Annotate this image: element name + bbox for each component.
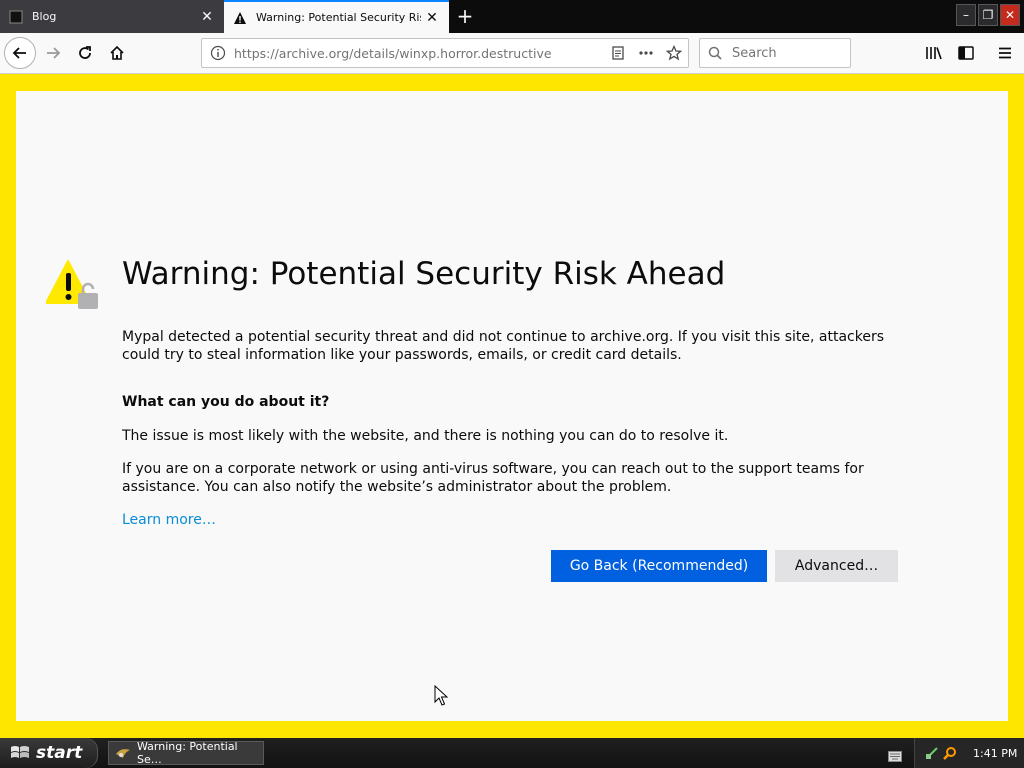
taskbar-window-item[interactable]: Warning: Potential Se…	[108, 740, 264, 766]
reload-icon	[79, 46, 91, 59]
start-label: start	[36, 743, 83, 763]
advanced-button[interactable]: Advanced…	[775, 550, 898, 582]
library-button[interactable]	[919, 38, 949, 68]
section-heading: What can you do about it?	[122, 394, 330, 410]
search-icon	[708, 46, 722, 60]
warning-lock-icon	[45, 259, 102, 315]
search-tray-icon[interactable]	[943, 746, 957, 760]
issue-text: The issue is most likely with the websit…	[122, 428, 729, 444]
search-input[interactable]	[730, 44, 834, 62]
library-icon	[926, 47, 942, 60]
taskbar: start Warning: Potential Se… 1:41 PM	[0, 738, 1024, 768]
hamburger-menu-icon	[999, 47, 1011, 59]
clock: 1:41 PM	[973, 746, 1018, 760]
bookmark-star-icon[interactable]	[660, 39, 688, 67]
forward-arrow-icon	[47, 47, 61, 59]
home-button[interactable]	[102, 38, 132, 68]
reload-button[interactable]	[70, 38, 100, 68]
minimize-button[interactable]: –	[956, 4, 976, 26]
advice-text: If you are on a corporate network or usi…	[122, 461, 864, 495]
restore-button[interactable]: ❐	[978, 4, 998, 26]
home-icon	[110, 45, 124, 60]
tab-blog[interactable]: Blog ✕	[0, 0, 224, 33]
windows-logo-icon	[10, 744, 30, 762]
back-button[interactable]	[4, 37, 36, 69]
warning-favicon-icon	[232, 10, 248, 26]
close-tab-icon[interactable]: ✕	[421, 7, 443, 29]
taskbar-item-label: Warning: Potential Se…	[137, 740, 238, 766]
back-arrow-icon	[12, 47, 26, 59]
site-info-icon[interactable]	[208, 43, 228, 63]
url-text[interactable]: https://archive.org/details/winxp.horror…	[234, 46, 604, 61]
url-bar[interactable]: https://archive.org/details/winxp.horror…	[201, 38, 689, 68]
search-bar[interactable]	[699, 38, 851, 68]
tab-warning[interactable]: Warning: Potential Security Risk A ✕	[224, 0, 449, 33]
browser-app-icon	[115, 746, 131, 760]
sidebar-button[interactable]	[951, 38, 981, 68]
sidebar-icon	[958, 46, 974, 60]
intro-text: Mypal detected a potential security thre…	[122, 329, 885, 363]
reader-view-icon[interactable]	[604, 39, 632, 67]
tab-label: Blog	[32, 10, 57, 23]
page-title: Warning: Potential Security Risk Ahead	[122, 256, 726, 292]
forward-button[interactable]	[38, 38, 68, 68]
system-tray: 1:41 PM	[914, 738, 1024, 768]
tab-strip: Blog ✕ Warning: Potential Security Risk …	[0, 0, 1024, 33]
new-tab-icon[interactable]: +	[452, 4, 478, 28]
mouse-cursor-icon	[434, 684, 449, 711]
blog-favicon-icon	[8, 9, 24, 25]
tab-label: Warning: Potential Security Risk A	[256, 11, 421, 24]
menu-button[interactable]	[990, 38, 1020, 68]
go-back-button[interactable]: Go Back (Recommended)	[551, 550, 767, 582]
start-button[interactable]: start	[0, 738, 98, 768]
page-actions-icon[interactable]	[632, 39, 660, 67]
network-icon[interactable]	[925, 746, 939, 760]
error-page: Warning: Potential Security Risk Ahead M…	[16, 91, 1008, 721]
keyboard-icon[interactable]	[888, 747, 902, 766]
close-window-button[interactable]: ✕	[1000, 4, 1020, 26]
close-tab-icon[interactable]: ✕	[196, 6, 218, 28]
learn-more-link[interactable]: Learn more…	[122, 512, 216, 528]
navigation-bar: https://archive.org/details/winxp.horror…	[0, 33, 1024, 74]
